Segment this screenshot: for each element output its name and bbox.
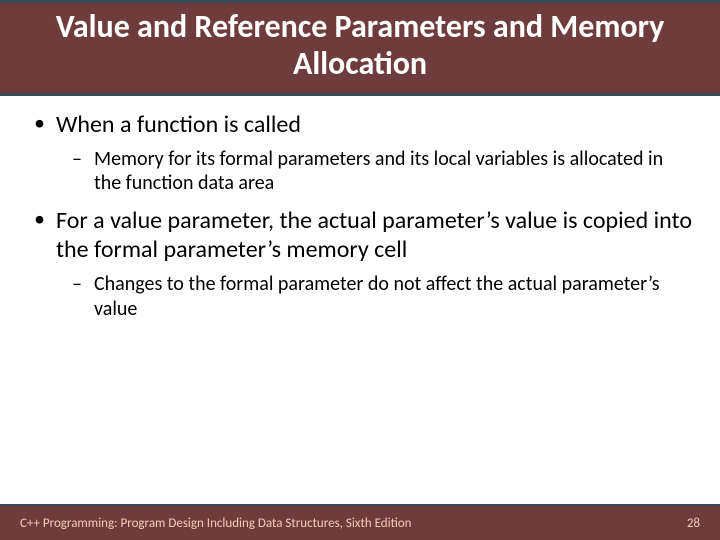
slide-title: Value and Reference Parameters and Memor… (20, 9, 700, 83)
sub-bullet-list: Changes to the formal parameter do not a… (56, 272, 692, 321)
bullet-item: For a value parameter, the actual parame… (28, 206, 692, 321)
bullet-list: When a function is called Memory for its… (28, 110, 692, 321)
sub-bullet-list: Memory for its formal parameters and its… (56, 147, 692, 196)
sub-bullet-text: Memory for its formal parameters and its… (94, 147, 663, 195)
bullet-text: When a function is called (56, 110, 301, 139)
sub-bullet-item: Changes to the formal parameter do not a… (66, 272, 692, 321)
footer-text: C++ Programming: Program Design Includin… (20, 516, 412, 531)
bullet-text: For a value parameter, the actual parame… (56, 206, 692, 264)
footer-bar: C++ Programming: Program Design Includin… (0, 504, 720, 540)
title-bar: Value and Reference Parameters and Memor… (0, 0, 720, 96)
sub-bullet-item: Memory for its formal parameters and its… (66, 147, 692, 196)
slide-body: When a function is called Memory for its… (0, 96, 720, 321)
sub-bullet-text: Changes to the formal parameter do not a… (94, 272, 660, 320)
slide-number: 28 (687, 516, 700, 531)
bullet-item: When a function is called Memory for its… (28, 110, 692, 196)
